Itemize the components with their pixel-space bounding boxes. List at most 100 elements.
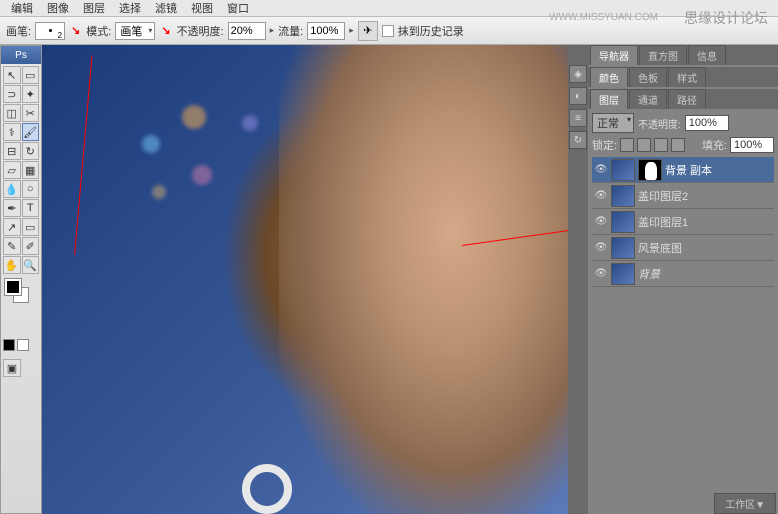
brush-preview[interactable]: 2 — [35, 22, 65, 40]
color-swatches[interactable] — [3, 279, 39, 309]
dock-color-icon[interactable]: ◐ — [569, 87, 587, 105]
lock-position-icon[interactable] — [654, 138, 668, 152]
brush-label: 画笔: — [6, 23, 31, 39]
layer-opacity-field[interactable]: 100% — [685, 115, 729, 131]
layer-thumb[interactable] — [611, 237, 635, 259]
layer-thumb[interactable] — [611, 185, 635, 207]
layer-row[interactable]: 👁 盖印图层1 — [592, 209, 774, 235]
menu-filter[interactable]: 滤镜 — [155, 0, 177, 16]
visibility-icon[interactable]: 👁 — [594, 267, 608, 281]
mask-thumb[interactable] — [638, 159, 662, 181]
layer-thumb[interactable] — [611, 263, 635, 285]
tab-histogram[interactable]: 直方图 — [639, 45, 687, 65]
layer-name: 背景 副本 — [665, 162, 712, 178]
dock-layers-icon[interactable]: ≡ — [569, 109, 587, 127]
airbrush-button[interactable]: ✈ — [358, 21, 378, 41]
quickmask-off[interactable] — [3, 339, 15, 351]
visibility-icon[interactable]: 👁 — [594, 189, 608, 203]
notes-tool[interactable]: ✎ — [3, 237, 21, 255]
history-label: 抹到历史记录 — [398, 23, 464, 39]
tab-layers[interactable]: 图层 — [590, 89, 628, 109]
slice-tool[interactable]: ✂ — [22, 104, 40, 122]
flow-field[interactable]: 100% — [307, 22, 345, 40]
dodge-tool[interactable]: ○ — [22, 180, 40, 198]
watermark-url: WWW.MISSYUAN.COM — [549, 12, 658, 23]
layer-row[interactable]: 👁 背景 — [592, 261, 774, 287]
lock-transparency-icon[interactable] — [620, 138, 634, 152]
menu-edit[interactable]: 编辑 — [11, 0, 33, 16]
lock-paint-icon[interactable] — [637, 138, 651, 152]
tab-color[interactable]: 颜色 — [590, 67, 628, 87]
layer-row[interactable]: 👁 风景底图 — [592, 235, 774, 261]
tab-info[interactable]: 信息 — [688, 45, 726, 65]
menu-layer[interactable]: 图层 — [83, 0, 105, 16]
gradient-tool[interactable]: ▦ — [22, 161, 40, 179]
lasso-tool[interactable]: ⊃ — [3, 85, 21, 103]
ring-accessory — [242, 464, 292, 514]
dock-history-icon[interactable]: ↻ — [569, 131, 587, 149]
mode-dropdown[interactable]: 画笔 — [115, 22, 155, 40]
path-tool[interactable]: ↗ — [3, 218, 21, 236]
canvas[interactable] — [42, 45, 568, 514]
tab-navigator[interactable]: 导航器 — [590, 45, 638, 65]
eyedropper-tool[interactable]: ✐ — [22, 237, 40, 255]
stamp-tool[interactable]: ⊟ — [3, 142, 21, 160]
wand-tool[interactable]: ✦ — [22, 85, 40, 103]
opacity-field[interactable]: 20% — [228, 22, 266, 40]
layer-row[interactable]: 👁 背景 副本 — [592, 157, 774, 183]
workspace-tab[interactable]: 工作区▼ — [714, 493, 776, 514]
move-tool[interactable]: ↖ — [3, 66, 21, 84]
tab-paths[interactable]: 路径 — [668, 89, 706, 109]
opacity-label: 不透明度: — [638, 116, 681, 131]
pen-tool[interactable]: ✒ — [3, 199, 21, 217]
shape-tool[interactable]: ▭ — [22, 218, 40, 236]
annotation-line — [74, 55, 92, 254]
screen-mode[interactable]: ▣ — [3, 359, 21, 377]
menu-image[interactable]: 图像 — [47, 0, 69, 16]
toolbox-header[interactable]: Ps — [1, 46, 41, 64]
menu-select[interactable]: 选择 — [119, 0, 141, 16]
fg-color[interactable] — [5, 279, 21, 295]
tab-swatches[interactable]: 色板 — [629, 67, 667, 87]
menubar: 编辑 图像 图层 选择 滤镜 视图 窗口 — [0, 0, 778, 17]
visibility-icon[interactable]: 👁 — [594, 241, 608, 255]
layers-panel-tabs: 图层 通道 路径 — [588, 89, 778, 109]
brush-tool[interactable]: 🖌 — [22, 123, 40, 141]
blend-mode-dropdown[interactable]: 正常 — [592, 113, 634, 133]
layer-thumb[interactable] — [611, 211, 635, 233]
layer-row[interactable]: 👁盖印图层2 — [592, 183, 774, 209]
mode-label: 模式: — [86, 23, 111, 39]
dock-nav-icon[interactable]: ◈ — [569, 65, 587, 83]
color-panel-tabs: 颜色 色板 样式 — [588, 67, 778, 87]
blur-tool[interactable]: 💧 — [3, 180, 21, 198]
fill-field[interactable]: 100% — [730, 137, 774, 153]
history-brush-tool[interactable]: ↻ — [22, 142, 40, 160]
nav-panel-tabs: 导航器 直方图 信息 — [588, 45, 778, 65]
tab-channels[interactable]: 通道 — [629, 89, 667, 109]
chevron-right-icon[interactable]: ▸ — [349, 25, 354, 36]
layer-name: 风景底图 — [638, 240, 682, 256]
type-tool[interactable]: T — [22, 199, 40, 217]
dock: ◈ ◐ ≡ ↻ — [568, 45, 588, 514]
visibility-icon[interactable]: 👁 — [594, 215, 608, 229]
history-checkbox[interactable] — [382, 25, 394, 37]
heal-tool[interactable]: ⚕ — [3, 123, 21, 141]
zoom-tool[interactable]: 🔍 — [22, 256, 40, 274]
marquee-tool[interactable]: ▭ — [22, 66, 40, 84]
lock-all-icon[interactable] — [671, 138, 685, 152]
quickmask-on[interactable] — [17, 339, 29, 351]
chevron-right-icon[interactable]: ▸ — [270, 25, 275, 36]
menu-window[interactable]: 窗口 — [227, 0, 249, 16]
visibility-icon[interactable]: 👁 — [594, 163, 608, 177]
fill-label: 填充: — [702, 137, 727, 153]
tab-styles[interactable]: 样式 — [668, 67, 706, 87]
options-bar: 画笔: 2 ↘ 模式: 画笔 ↘ 不透明度: 20% ▸ 流量: 100% ▸ … — [0, 17, 778, 45]
eraser-tool[interactable]: ▱ — [3, 161, 21, 179]
crop-tool[interactable]: ◫ — [3, 104, 21, 122]
layer-name: 盖印图层1 — [638, 214, 688, 230]
toolbox: Ps ↖▭ ⊃✦ ◫✂ ⚕🖌 ⊟↻ ▱▦ 💧○ ✒T ↗▭ ✎✐ ✋🔍 ▣ — [0, 45, 42, 514]
layer-name: 背景 — [638, 266, 660, 282]
hand-tool[interactable]: ✋ — [3, 256, 21, 274]
menu-view[interactable]: 视图 — [191, 0, 213, 16]
layer-thumb[interactable] — [611, 159, 635, 181]
